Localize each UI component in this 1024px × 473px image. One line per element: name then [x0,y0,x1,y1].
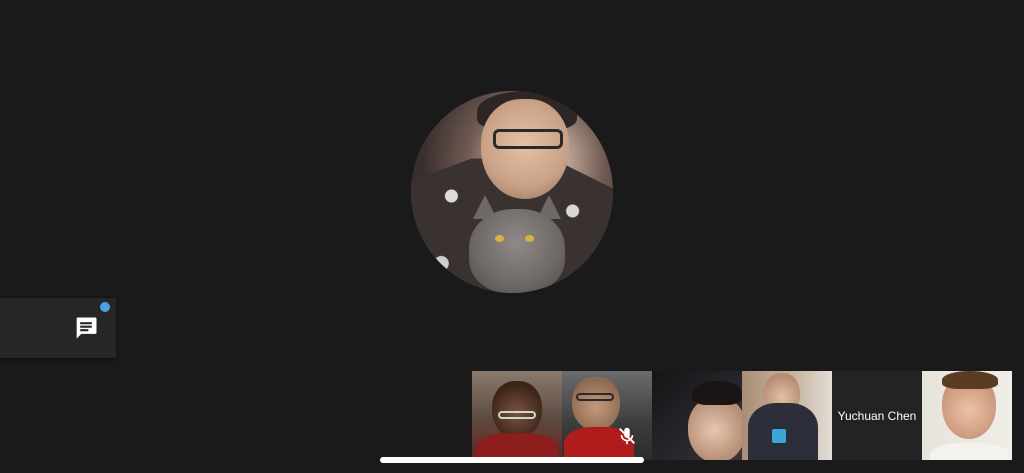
participant-head [492,381,542,439]
cat-eye-left [495,235,504,242]
participant-head [688,397,742,460]
participant-hair [942,371,998,389]
participant-body [930,443,1010,460]
participant-glasses [498,411,536,419]
participant-hair [692,381,742,405]
meeting-screen: Yuchuan Chen [0,0,1024,473]
participant-tile[interactable] [562,371,652,460]
chat-icon [76,317,97,339]
participant-strip: Yuchuan Chen [472,371,1012,460]
home-indicator[interactable] [380,457,644,463]
participant-tile[interactable] [742,371,832,460]
participant-head [572,377,620,431]
avatar-face [481,99,569,199]
participant-badge [772,429,786,443]
participant-name: Yuchuan Chen [837,408,917,423]
cat [469,209,565,293]
cat-eye-right [525,235,534,242]
chat-button[interactable] [0,298,116,358]
participant-glasses [576,393,614,401]
participant-tile[interactable] [922,371,1012,460]
avatar-glasses [493,129,563,149]
participant-name-tile[interactable]: Yuchuan Chen [832,371,922,460]
participant-body [476,433,558,460]
participant-tile[interactable] [652,371,742,460]
participant-tile[interactable] [472,371,562,460]
main-speaker-avatar[interactable] [411,91,613,293]
mic-off-icon [619,427,635,445]
unread-indicator [100,302,110,312]
